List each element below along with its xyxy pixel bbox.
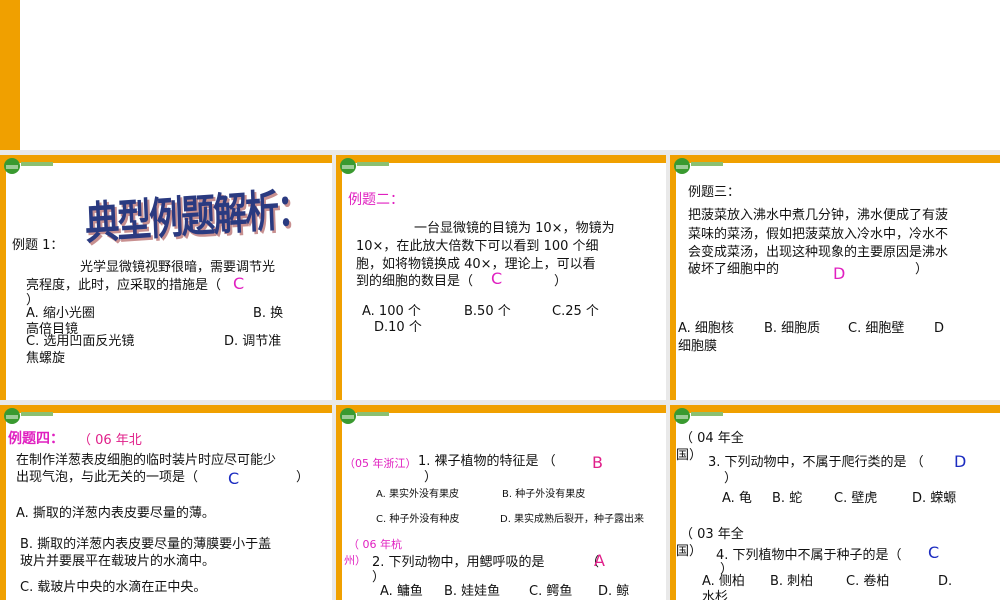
slide-left-bar [0, 405, 6, 600]
option-a: A. 龟 [722, 491, 752, 506]
option-c: C. 卷柏 [846, 574, 890, 589]
option-d-cont: 焦螺旋 [26, 351, 66, 366]
blank-slide-area [0, 0, 1000, 150]
slide-left-bar [336, 155, 342, 400]
slide-4[interactable]: 例题四： （ 06 年北 在制作洋葱表皮细胞的临时装片时应尽可能少 出现气泡，与… [0, 405, 332, 600]
question-text: 光学显微镜视野很暗，需要调节光 [80, 260, 276, 275]
option-a: A. 细胞核 [678, 321, 734, 336]
question-text: 破坏了细胞中的 [688, 262, 780, 277]
question-text: ） [915, 262, 929, 277]
answer: D [833, 264, 846, 283]
option-a: A. 鳙鱼 [380, 584, 423, 599]
answer: C [928, 543, 940, 562]
option-d-cont: 细胞膜 [678, 339, 718, 354]
option-a: A. 果实外没有果皮 [376, 489, 460, 500]
logo-icon [674, 158, 723, 174]
question-text: 1. 裸子植物的特征是 （ [418, 454, 556, 469]
answer: A [594, 551, 605, 570]
answer: C [228, 469, 240, 488]
slide-left-bar [336, 405, 342, 600]
option-b: B. 种子外没有果皮 [502, 489, 586, 500]
answer: C [491, 269, 503, 288]
option-d: D. 调节准 [224, 334, 282, 349]
option-a: A. 撕取的洋葱内表皮要尽量的薄。 [16, 506, 215, 521]
logo-icon [4, 158, 53, 174]
question-text: 3. 下列动物中，不属于爬行类的是 （ [708, 455, 924, 470]
logo-icon [674, 408, 723, 424]
slide-1[interactable]: 典型例题解析： 例题 1： 光学显微镜视野很暗，需要调节光 亮程度，此时，应采取… [0, 155, 332, 400]
question-label: 例题三： [688, 185, 741, 200]
slide-accent-bar [0, 0, 20, 150]
option-d: D. 鲸 [598, 584, 630, 599]
option-b: B. 换 [253, 306, 284, 321]
option-d: D. 蝾螈 [912, 491, 957, 506]
slide-5[interactable]: （05 年浙江） 1. 裸子植物的特征是 （ B ） A. 果实外没有果皮 B.… [336, 405, 666, 600]
option-a: A. 100 个 [362, 304, 421, 319]
question-source: （ 04 年全 [680, 431, 744, 446]
question-text: 亮程度，此时，应采取的措施是（ [26, 278, 222, 293]
option-b: B. 细胞质 [764, 321, 821, 336]
option-b: B. 刺柏 [770, 574, 814, 589]
question-text: 4. 下列植物中不属于种子的是（ [716, 548, 902, 563]
answer: B [592, 453, 603, 472]
option-d: D. 果实成熟后裂开，种子露出来 [500, 514, 645, 525]
logo-icon [340, 408, 389, 424]
option-c: C. 细胞壁 [848, 321, 905, 336]
option-c: C.25 个 [552, 304, 599, 319]
option-a: A. 侧柏 [702, 574, 745, 589]
option-c: C. 鳄鱼 [529, 584, 573, 599]
question-text: 在制作洋葱表皮细胞的临时装片时应尽可能少 [16, 453, 277, 468]
question-text: 出现气泡，与此无关的一项是（ [16, 470, 199, 485]
question-text: ） [296, 470, 310, 485]
slide-left-bar [0, 155, 6, 400]
option-d-cont: 水杉 [702, 590, 729, 600]
option-a: A. 缩小光圈 [26, 306, 95, 321]
option-d: D [934, 321, 945, 336]
question-source: 州） [344, 554, 366, 567]
option-b: B. 娃娃鱼 [444, 584, 501, 599]
question-source: （ 06 年北 [78, 433, 142, 448]
question-source: （ 03 年全 [680, 527, 744, 542]
question-text: ） [424, 470, 438, 485]
slide-title: 典型例题解析： [84, 183, 311, 251]
option-b: B. 撕取的洋葱内表皮要尽量的薄膜要小于盖 [20, 537, 272, 552]
question-text: 胞，如将物镜换成 40×，理论上，可以看 [356, 257, 596, 272]
slide-3[interactable]: 例题三： 把菠菜放入沸水中煮几分钟，沸水便成了有菠 菜味的菜汤，假如把菠菜放入冷… [670, 155, 1000, 400]
question-source: （ 06 年杭 [348, 538, 402, 551]
option-b: B.50 个 [464, 304, 511, 319]
question-text: ） [724, 471, 738, 486]
option-c: C. 载玻片中央的水滴在正中央。 [20, 580, 207, 595]
option-c: C. 壁虎 [834, 491, 878, 506]
question-text: 到的细胞的数目是（ [356, 274, 474, 289]
question-text: 2. 下列动物中，用鳃呼吸的是 [372, 555, 545, 570]
option-c: C. 选用凹面反光镜 [26, 334, 135, 349]
question-source: 国） [676, 544, 703, 559]
question-source: 国） [676, 448, 703, 463]
slide-left-bar [670, 405, 676, 600]
option-d: D.10 个 [374, 320, 422, 335]
logo-icon [4, 408, 53, 424]
logo-icon [340, 158, 389, 174]
option-d: D. [938, 574, 953, 589]
question-text: ） [554, 274, 568, 289]
answer: C [233, 274, 245, 293]
answer: D [954, 452, 967, 471]
question-text: 把菠菜放入沸水中煮几分钟，沸水便成了有菠 [688, 208, 949, 223]
question-text: 10×，在此放大倍数下可以看到 100 个细 [356, 239, 599, 254]
option-b: B. 蛇 [772, 491, 803, 506]
question-source: （05 年浙江） [344, 457, 417, 470]
slide-left-bar [670, 155, 676, 400]
question-text: 菜味的菜汤，假如把菠菜放入冷水中，冷水不 [688, 227, 949, 242]
question-text: 会变成菜汤，出现这种现象的主要原因是沸水 [688, 245, 949, 260]
question-label: 例题 1： [12, 238, 64, 253]
question-label: 例题四： [8, 431, 64, 447]
option-b-cont: 玻片并要展平在载玻片的水滴中。 [20, 554, 216, 569]
question-text: 一台显微镜的目镜为 10×，物镜为 [414, 221, 615, 236]
slide-2[interactable]: 例题二： 一台显微镜的目镜为 10×，物镜为 10×，在此放大倍数下可以看到 1… [336, 155, 666, 400]
question-label: 例题二： [348, 192, 404, 208]
slide-6[interactable]: （ 04 年全 国） 3. 下列动物中，不属于爬行类的是 （ D ） A. 龟 … [670, 405, 1000, 600]
option-c: C. 种子外没有种皮 [376, 514, 460, 525]
